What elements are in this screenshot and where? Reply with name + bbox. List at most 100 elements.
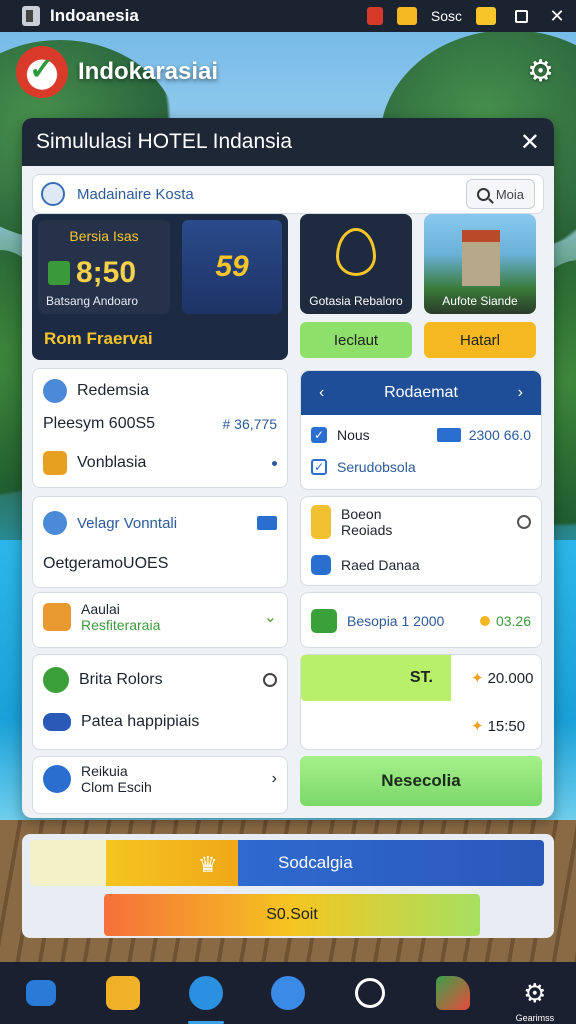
right-card-4: ST. ✦ 20.000 ✦ 15:50 [300, 654, 542, 750]
left-card-5-row: Reikuia Clom Escih › [43, 763, 277, 795]
mail-icon [311, 505, 331, 539]
left-card-1: Redemsia Pleesym 600S5 # 36,775 Vonblasi… [32, 368, 288, 488]
window-title: Indoanesia [50, 6, 139, 25]
right-nav-header: ‹ Rodaemat › [301, 371, 541, 415]
panel-header: Simululasi HOTEL Indansia ✕ [22, 118, 554, 166]
checkbox-checked-icon[interactable]: ✓ [311, 427, 327, 443]
right-card-3[interactable]: Besopia 1 2000 03.26 [300, 592, 542, 648]
right-card-2: Boeon Reoiads Raed Danaa [300, 496, 542, 586]
gear-icon[interactable]: ⚙ [527, 54, 554, 89]
stat-badge[interactable]: 59 [182, 220, 282, 314]
right-nav-row-1-value: 2300 66.0 [468, 427, 531, 443]
home-icon [43, 603, 71, 631]
right-card-4-value-2: ✦ 15:50 [471, 717, 531, 736]
taskbar-web[interactable] [348, 971, 392, 1015]
left-card-2-title: Velagr Vonntali [77, 514, 178, 532]
chevron-left-icon[interactable]: ‹ [319, 384, 324, 402]
settings-label: Gearimss [515, 1013, 555, 1023]
message-icon[interactable] [257, 516, 277, 530]
left-card-3-row: Aaulai Resfiteraraia ⌄ [43, 601, 277, 633]
search-button[interactable]: Moia [465, 179, 535, 209]
chevron-right-nav-icon[interactable]: › [518, 384, 523, 402]
chevron-down-icon[interactable]: ⌄ [264, 607, 277, 627]
hotel-icon [106, 976, 141, 1010]
coin-icon [479, 616, 490, 626]
right-nav-row-1[interactable]: ✓ Nous 2300 66.0 [311, 427, 531, 443]
taskbar-settings[interactable]: ⚙ Gearimss [513, 971, 557, 1024]
taskbar-map[interactable] [431, 971, 475, 1015]
calendar-icon [311, 555, 331, 575]
left-card-1-row-2[interactable]: Pleesym 600S5 # 36,775 [43, 415, 277, 433]
left-card-1-row-3-label: Vonblasia [77, 454, 147, 471]
icon-card-2-button[interactable]: Hatarl [424, 322, 536, 358]
check-circle-icon [43, 667, 69, 693]
search-icon [476, 187, 490, 201]
left-card-4-row-2[interactable]: Patea happipiais [43, 713, 277, 731]
bottom-segment-2[interactable] [106, 840, 240, 886]
right-card-3-value: 03.26 [495, 613, 531, 629]
green-progress-bar: ST. [301, 655, 451, 701]
stat-value-text: 8;50 [76, 256, 137, 289]
tag-icon [436, 428, 461, 442]
left-card-2-title-row[interactable]: Velagr Vonntali [43, 511, 277, 535]
left-card-1-title-row[interactable]: Redemsia [43, 379, 277, 403]
left-card-1-row-3[interactable]: Vonblasia [43, 451, 277, 475]
web-icon [355, 978, 386, 1008]
info-circle-icon[interactable] [517, 515, 531, 529]
castle-icon[interactable] [476, 7, 496, 25]
stat-tile[interactable]: Bersia Isas 8;50 Batsang Andoaro [38, 220, 170, 314]
left-card-3[interactable]: Aaulai Resfiteraraia ⌄ [32, 592, 288, 648]
bottom-action-button[interactable]: S0.Soit [104, 894, 480, 936]
left-card-2: Velagr Vonntali OetgeramoUOES [32, 496, 288, 588]
bottom-segment-1[interactable] [30, 840, 110, 886]
right-nav-row-1-label: Nous [337, 427, 370, 443]
right-card-4-value-2-text: 15:50 [487, 717, 526, 735]
people-icon [43, 379, 67, 403]
crown-icon: ♛ [198, 852, 218, 877]
right-nav-row-2[interactable]: ✓ Serudobsola [311, 459, 531, 475]
search-input[interactable]: Madainaire Kosta [77, 186, 466, 203]
left-card-2-row-2-label: OetgeramoUOES [43, 555, 169, 572]
checkbox-icon[interactable]: ✓ [311, 459, 327, 475]
icon-card-1-button[interactable]: Ieclaut [300, 322, 412, 358]
green-bar-label: ST. [409, 669, 433, 686]
right-card-2-row-1[interactable]: Boeon Reoiads [311, 505, 531, 539]
taskbar-home[interactable] [19, 971, 63, 1015]
left-card-5-line-1: Reikuia [81, 763, 128, 779]
search-button-label: Moia [495, 186, 524, 202]
stat-value: 8;50 [48, 256, 136, 290]
close-window-button[interactable]: ✕ [546, 5, 568, 27]
flame-icon [336, 228, 376, 276]
home-icon [26, 980, 57, 1006]
icon-card-1[interactable]: Gotasia Rebaloro [300, 214, 412, 314]
system-tray: Sosc ✕ [366, 5, 568, 27]
bottom-banner[interactable]: Sodcalgia [238, 840, 544, 886]
staff-icon [43, 765, 71, 793]
right-card-2-row-2[interactable]: Raed Danaa [311, 555, 531, 575]
bed-icon [43, 713, 71, 731]
taskbar-globe[interactable] [184, 971, 228, 1024]
search-bar[interactable]: Madainaire Kosta Moia [32, 174, 544, 214]
taskbar-chat[interactable] [266, 971, 310, 1015]
map-icon [435, 976, 470, 1010]
hotel-tray-icon[interactable] [396, 7, 417, 25]
right-card-2-line-1: Boeon [341, 506, 382, 522]
toggle-circle-icon[interactable] [263, 673, 277, 687]
left-card-3-line-2: Resfiteraraia [81, 617, 161, 633]
primary-action-button[interactable]: Nesecolia [300, 756, 542, 806]
left-card-4-row-1-label: Brita Rolors [79, 671, 163, 688]
left-card-4-row-1[interactable]: Brita Rolors [43, 667, 277, 693]
shield-icon[interactable] [366, 7, 383, 25]
left-card-3-line-1: Aaulai [81, 601, 120, 617]
tray-text: Sosc [430, 8, 462, 24]
right-nav-row-2-label: Serudobsola [337, 459, 416, 475]
chevron-right-icon[interactable]: › [272, 770, 277, 788]
brand-name: Indokarasiai [78, 58, 219, 85]
icon-card-2[interactable]: Aufote Siande [424, 214, 536, 314]
taskbar-hotel[interactable] [101, 971, 145, 1015]
close-panel-button[interactable]: ✕ [520, 128, 540, 157]
maximize-button[interactable] [510, 5, 532, 27]
stat-footer[interactable]: Rom Fraervai [32, 318, 288, 360]
right-card-2-line-3: Raed Danaa [341, 557, 420, 573]
left-card-5[interactable]: Reikuia Clom Escih › [32, 756, 288, 814]
